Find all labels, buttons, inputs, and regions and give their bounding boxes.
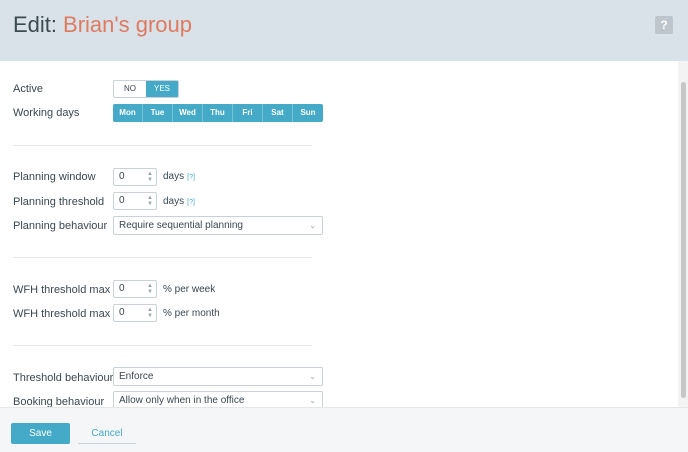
planning-behaviour-value: Require sequential planning <box>119 220 243 231</box>
up-down-arrows-icon[interactable]: ▲ ▼ <box>147 171 153 183</box>
day-tue[interactable]: Tue <box>143 104 173 122</box>
wfh-week-value: 0 <box>119 283 125 294</box>
threshold-behaviour-value: Enforce <box>119 371 154 382</box>
wfh-month-label: WFH threshold max <box>13 308 111 320</box>
planning-window-label: Planning window <box>13 171 96 183</box>
scrollbar-thumb[interactable] <box>681 82 686 398</box>
wfh-month-stepper[interactable]: 0 ▲ ▼ <box>113 304 157 322</box>
save-button[interactable]: Save <box>11 423 70 444</box>
group-name: Brian's group <box>63 12 192 37</box>
planning-window-stepper[interactable]: 0 ▲ ▼ <box>113 168 157 186</box>
chevron-down-icon: ⌄ <box>309 372 316 381</box>
active-toggle[interactable]: NO YES <box>113 80 179 98</box>
planning-behaviour-label: Planning behaviour <box>13 220 108 232</box>
wfh-week-unit: % per week <box>163 284 216 295</box>
help-button[interactable]: ? <box>655 16 673 34</box>
wfh-month-value: 0 <box>119 307 125 318</box>
planning-threshold-stepper[interactable]: 0 ▲ ▼ <box>113 192 157 210</box>
up-down-arrows-icon[interactable]: ▲ ▼ <box>147 195 153 207</box>
planning-threshold-unit-text: days <box>163 196 185 207</box>
day-wed[interactable]: Wed <box>173 104 203 122</box>
working-days-label: Working days <box>13 107 80 119</box>
section-divider <box>13 345 312 346</box>
planning-window-unit: days [?] <box>163 171 195 182</box>
planning-threshold-label: Planning threshold <box>13 196 105 208</box>
active-yes-option[interactable]: YES <box>146 81 178 97</box>
planning-window-help-link[interactable]: [?] <box>187 174 195 181</box>
section-divider <box>13 145 312 146</box>
planning-behaviour-select[interactable]: Require sequential planning ⌄ <box>113 216 323 235</box>
day-sun[interactable]: Sun <box>293 104 323 122</box>
threshold-behaviour-label: Threshold behaviour <box>13 372 114 384</box>
planning-window-value: 0 <box>119 171 125 182</box>
edit-label: Edit: <box>13 12 58 37</box>
cancel-button[interactable]: Cancel <box>78 423 136 444</box>
planning-threshold-unit: days [?] <box>163 196 195 207</box>
active-label: Active <box>13 83 43 95</box>
wfh-week-label: WFH threshold max <box>13 284 111 296</box>
form-footer: Save Cancel <box>0 407 688 452</box>
wfh-week-stepper[interactable]: 0 ▲ ▼ <box>113 280 157 298</box>
planning-threshold-help-link[interactable]: [?] <box>187 199 195 206</box>
booking-behaviour-value: Allow only when in the office <box>119 395 245 406</box>
working-days-selector: Mon Tue Wed Thu Fri Sat Sun <box>113 104 323 122</box>
day-sat[interactable]: Sat <box>263 104 293 122</box>
section-divider <box>13 257 312 258</box>
day-fri[interactable]: Fri <box>233 104 263 122</box>
up-down-arrows-icon[interactable]: ▲ ▼ <box>147 283 153 295</box>
day-mon[interactable]: Mon <box>113 104 143 122</box>
page-title: Edit: Brian's group <box>13 12 192 38</box>
planning-window-unit-text: days <box>163 171 185 182</box>
active-no-option[interactable]: NO <box>114 81 146 97</box>
threshold-behaviour-select[interactable]: Enforce ⌄ <box>113 367 323 386</box>
planning-threshold-value: 0 <box>119 195 125 206</box>
chevron-down-icon: ⌄ <box>309 221 316 230</box>
page-header: Edit: Brian's group ? <box>0 0 688 61</box>
day-thu[interactable]: Thu <box>203 104 233 122</box>
wfh-month-unit: % per month <box>163 308 220 319</box>
up-down-arrows-icon[interactable]: ▲ ▼ <box>147 307 153 319</box>
